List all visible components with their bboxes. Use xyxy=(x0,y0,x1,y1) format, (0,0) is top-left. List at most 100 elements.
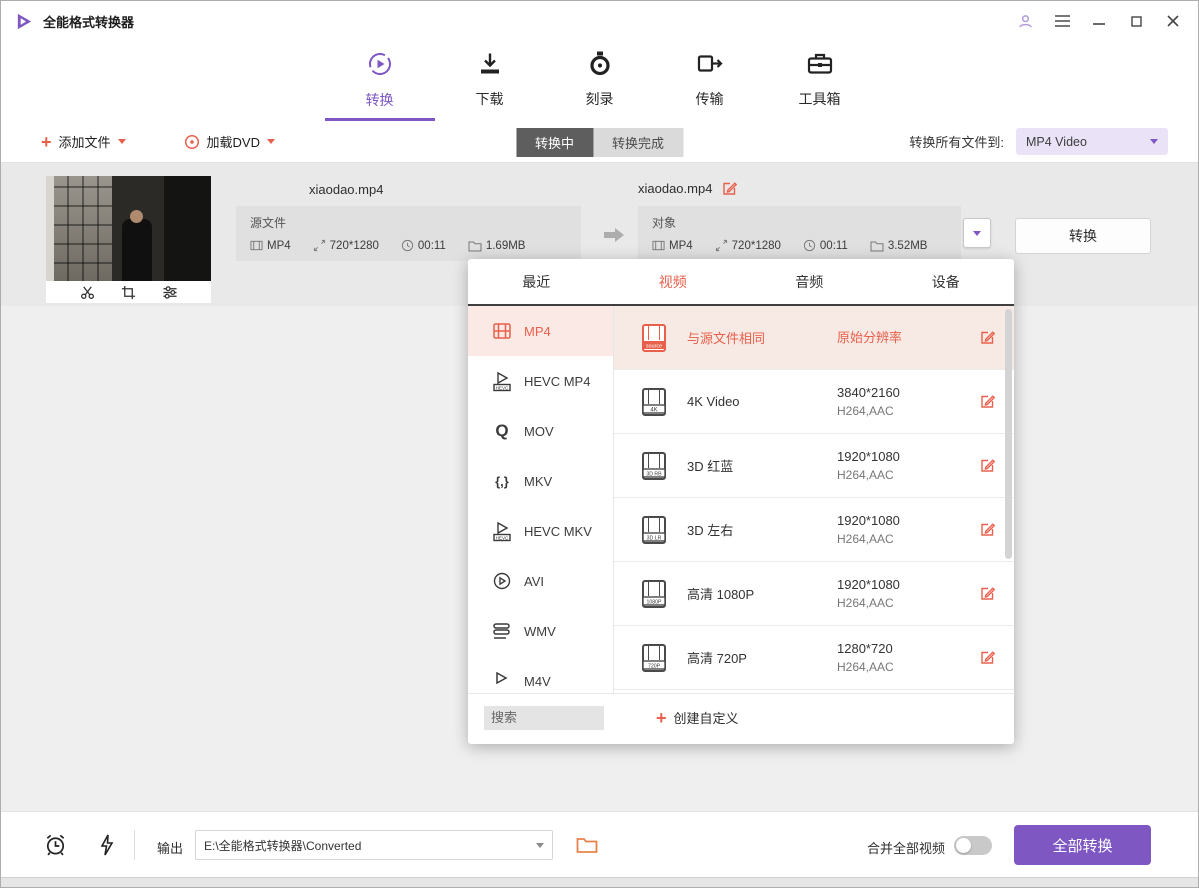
toolbar: + 添加文件 加载DVD 转换中 转换完成 转换所有文件到: MP4 Video xyxy=(1,121,1198,163)
minimize-button[interactable] xyxy=(1090,12,1108,30)
tab-transfer-label: 传输 xyxy=(696,89,724,109)
convert-button[interactable]: 转换 xyxy=(1015,218,1151,254)
popup-tab-video[interactable]: 视频 xyxy=(605,259,742,304)
preset-scrollbar[interactable] xyxy=(1005,309,1012,559)
account-icon[interactable] xyxy=(1016,12,1034,30)
preset-3d-red-blue[interactable]: 3D RB 3D 红蓝 1920*1080 H264,AAC xyxy=(614,434,1014,498)
effects-icon[interactable] xyxy=(162,285,178,300)
output-path-input[interactable] xyxy=(196,838,536,852)
chevron-down-icon[interactable] xyxy=(536,843,544,848)
tab-converting[interactable]: 转换中 xyxy=(516,128,593,157)
preset-name: 4K Video xyxy=(687,394,837,409)
open-folder-icon[interactable] xyxy=(576,836,598,854)
video-file-icon: 1080P xyxy=(641,579,671,609)
load-dvd-button[interactable]: 加载DVD xyxy=(184,132,275,151)
format-item-label: MP4 xyxy=(524,324,551,339)
preset-codec: H264,AAC xyxy=(837,658,971,677)
add-file-button[interactable]: + 添加文件 xyxy=(41,132,126,151)
divider xyxy=(134,830,135,860)
video-thumbnail xyxy=(46,176,211,303)
tab-convert[interactable]: 转换 xyxy=(325,41,435,121)
schedule-icon[interactable] xyxy=(43,832,68,858)
chevron-down-icon xyxy=(267,139,275,144)
preset-same-as-source[interactable]: source 与源文件相同 原始分辨率 xyxy=(614,306,1014,370)
format-item-hevc-mkv[interactable]: HEVC HEVC MKV xyxy=(468,506,613,556)
edit-preset-icon[interactable] xyxy=(979,393,996,410)
preset-hd-1080p[interactable]: 1080P 高清 1080P 1920*1080 H264,AAC xyxy=(614,562,1014,626)
tab-completed[interactable]: 转换完成 xyxy=(593,128,683,157)
crop-icon[interactable] xyxy=(121,285,136,300)
status-segmented-control: 转换中 转换完成 xyxy=(516,128,683,157)
tab-transfer[interactable]: 传输 xyxy=(655,41,765,121)
target-resolution: 720*1280 xyxy=(732,240,781,252)
target-format-dropdown-button[interactable] xyxy=(963,218,991,248)
source-duration: 00:11 xyxy=(418,240,446,252)
maximize-button[interactable] xyxy=(1127,12,1145,30)
format-item-label: WMV xyxy=(524,624,556,639)
source-file-name: xiaodao.mp4 xyxy=(309,182,383,197)
preset-list: source 与源文件相同 原始分辨率 4K 4K Video 3840*216… xyxy=(614,306,1014,693)
format-popup-footer: + 创建自定义 xyxy=(468,694,1014,741)
tab-download[interactable]: 下载 xyxy=(435,41,545,121)
preset-4k-video[interactable]: 4K 4K Video 3840*2160 H264,AAC xyxy=(614,370,1014,434)
merge-videos-toggle[interactable] xyxy=(954,836,992,855)
format-item-mkv[interactable]: {,} MKV xyxy=(468,456,613,506)
format-item-hevc-mp4[interactable]: HEVC HEVC MP4 xyxy=(468,356,613,406)
preset-codec: H264,AAC xyxy=(837,530,971,549)
preset-resolution: 原始分辨率 xyxy=(837,330,902,345)
popup-tab-audio[interactable]: 音频 xyxy=(741,259,878,304)
preset-resolution: 1920*1080 xyxy=(837,511,971,530)
video-file-icon: 3D RB xyxy=(641,451,671,481)
convert-icon xyxy=(366,50,394,83)
duration-icon xyxy=(803,239,816,252)
rename-icon[interactable] xyxy=(721,180,738,197)
preset-3d-left-right[interactable]: 3D LR 3D 左右 1920*1080 H264,AAC xyxy=(614,498,1014,562)
file-size-icon xyxy=(870,240,884,252)
tab-burn[interactable]: 刻录 xyxy=(545,41,655,121)
format-item-mp4[interactable]: MP4 xyxy=(468,306,613,356)
edit-preset-icon[interactable] xyxy=(979,585,996,602)
transfer-icon xyxy=(696,50,723,82)
preset-codec: H264,AAC xyxy=(837,466,971,485)
trim-icon[interactable] xyxy=(80,285,95,300)
film-icon xyxy=(490,321,514,341)
preset-name: 高清 720P xyxy=(687,648,837,667)
close-button[interactable] xyxy=(1164,12,1182,30)
popup-tab-recent[interactable]: 最近 xyxy=(468,259,605,304)
edit-preset-icon[interactable] xyxy=(979,649,996,666)
svg-text:HEVC: HEVC xyxy=(496,535,509,540)
chevron-down-icon xyxy=(1150,139,1158,144)
preset-hd-720p[interactable]: 720P 高清 720P 1280*720 H264,AAC xyxy=(614,626,1014,690)
svg-text:1080P: 1080P xyxy=(646,599,662,605)
edit-preset-icon[interactable] xyxy=(979,329,996,346)
tab-burn-label: 刻录 xyxy=(586,89,614,109)
popup-tab-device[interactable]: 设备 xyxy=(878,259,1015,304)
format-list: MP4 HEVC HEVC MP4 Q MOV {,} MKV xyxy=(468,306,614,693)
convert-all-button[interactable]: 全部转换 xyxy=(1014,825,1151,865)
search-input[interactable] xyxy=(484,706,604,730)
tab-toolbox[interactable]: 工具箱 xyxy=(765,41,875,121)
create-custom-button[interactable]: + 创建自定义 xyxy=(656,708,739,727)
play-circle-icon xyxy=(490,571,514,591)
video-file-icon: 720P xyxy=(641,643,671,673)
svg-text:HEVC: HEVC xyxy=(496,385,509,390)
hevc-play-icon: HEVC xyxy=(490,521,514,542)
format-item-label: M4V xyxy=(524,674,551,689)
output-format-select[interactable]: MP4 Video xyxy=(1016,128,1168,155)
high-speed-icon[interactable] xyxy=(100,834,114,856)
plus-icon: + xyxy=(656,709,667,727)
file-size-icon xyxy=(468,240,482,252)
edit-preset-icon[interactable] xyxy=(979,457,996,474)
menu-icon[interactable] xyxy=(1053,12,1071,30)
plus-icon: + xyxy=(41,133,52,151)
target-size: 3.52MB xyxy=(888,240,928,252)
source-label: 源文件 xyxy=(250,214,567,231)
format-item-wmv[interactable]: WMV xyxy=(468,606,613,656)
format-item-avi[interactable]: AVI xyxy=(468,556,613,606)
output-format-value: MP4 Video xyxy=(1026,135,1087,149)
format-item-mov[interactable]: Q MOV xyxy=(468,406,613,456)
format-item-m4v[interactable]: M4V xyxy=(468,656,613,693)
edit-preset-icon[interactable] xyxy=(979,521,996,538)
convert-all-to-label: 转换所有文件到: xyxy=(909,132,1004,151)
video-file-icon: 4K xyxy=(641,387,671,417)
